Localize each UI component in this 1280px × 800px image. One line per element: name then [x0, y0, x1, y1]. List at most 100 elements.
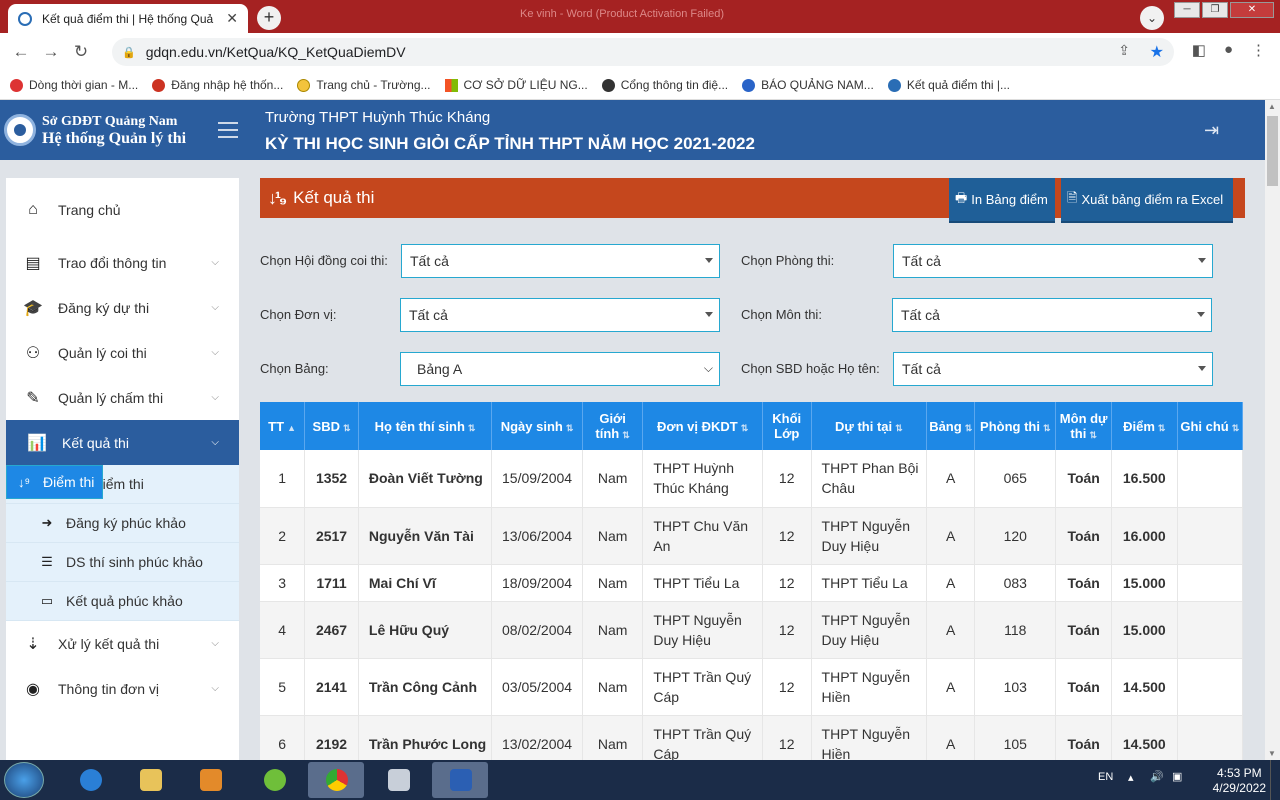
- new-tab-button[interactable]: +: [257, 6, 281, 30]
- start-button[interactable]: [4, 762, 44, 798]
- col-header[interactable]: Dự thi tại ⇅: [811, 402, 928, 450]
- col-header[interactable]: Môn dự thi ⇅: [1055, 402, 1112, 450]
- phong-thi-select[interactable]: Tất cả: [893, 244, 1213, 278]
- col-header[interactable]: Họ tên thí sinh ⇅: [358, 402, 493, 450]
- maximize-button[interactable]: ❐: [1202, 2, 1228, 18]
- sbd-select[interactable]: Tất cả: [893, 352, 1213, 386]
- don-vi-select[interactable]: Tất cả: [400, 298, 720, 332]
- export-excel-button[interactable]: 🗎 Xuất bảng điểm ra Excel: [1061, 178, 1233, 223]
- table-row[interactable]: 3 1711 Mai Chí Vĩ 18/09/2004 Nam THPT Ti…: [260, 564, 1244, 602]
- col-header[interactable]: Phòng thi ⇅: [974, 402, 1057, 450]
- sidebar-subitem-ds-phuc-khao[interactable]: ☰ DS thí sinh phúc khảo: [6, 543, 239, 582]
- bookmark-item[interactable]: Trang chủ - Trường...: [297, 78, 431, 92]
- sidebar-item-cham-thi[interactable]: ✎ Quản lý chấm thi ⌵: [6, 375, 239, 420]
- page-scrollbar[interactable]: ▲ ▼: [1265, 100, 1280, 760]
- sidebar-item-ket-qua[interactable]: 📊 Kết quả thi ⌵: [6, 420, 239, 465]
- bookmark-item[interactable]: Đăng nhập hệ thốn...: [152, 78, 283, 92]
- close-tab-icon[interactable]: ✕: [226, 10, 238, 27]
- tab-search-chevron-icon[interactable]: ⌄: [1140, 6, 1164, 30]
- minimize-button[interactable]: ─: [1174, 2, 1200, 18]
- back-arrow-icon[interactable]: ←: [6, 42, 36, 62]
- bookmark-item[interactable]: CƠ SỞ DỮ LIỆU NG...: [444, 78, 588, 92]
- taskbar-app[interactable]: [246, 762, 302, 798]
- share-icon[interactable]: ⇪: [1118, 42, 1130, 59]
- menu-kebab-icon[interactable]: ⋮: [1251, 41, 1266, 59]
- url-text: gdqn.edu.vn/KetQua/KQ_KetQuaDiemDV: [145, 44, 406, 60]
- table-row[interactable]: 5 2141 Trần Công Cảnh 03/05/2004 Nam THP…: [260, 658, 1244, 716]
- taskbar-explorer[interactable]: [122, 762, 178, 798]
- hoi-dong-select[interactable]: Tất cả: [401, 244, 720, 278]
- mon-thi-select[interactable]: Tất cả: [892, 298, 1212, 332]
- browser-tab[interactable]: Kết quả điểm thi | Hệ thống Quả ✕: [8, 4, 248, 33]
- sidebar-item-don-vi[interactable]: ◉ Thông tin đơn vị ⌵: [6, 666, 239, 711]
- col-header[interactable]: Khối Lớp: [762, 402, 812, 450]
- language-indicator[interactable]: EN: [1098, 771, 1113, 783]
- bang-select[interactable]: Bảng A ⌵: [400, 352, 720, 386]
- network-icon[interactable]: ▣: [1172, 770, 1182, 783]
- taskbar-word[interactable]: [432, 762, 488, 798]
- cell-ngay-sinh: 08/02/2004: [491, 601, 583, 659]
- col-header[interactable]: SBD ⇅: [304, 402, 359, 450]
- hamburger-menu-icon[interactable]: [218, 122, 238, 138]
- taskbar-snipping[interactable]: [370, 762, 426, 798]
- taskbar-media[interactable]: [182, 762, 238, 798]
- forward-arrow-icon[interactable]: →: [36, 42, 66, 62]
- bookmark-item[interactable]: Cổng thông tin điệ...: [601, 78, 728, 92]
- scrollbar-thumb[interactable]: [1267, 116, 1278, 186]
- chevron-down-icon: ⌵: [211, 638, 219, 649]
- col-header[interactable]: Điểm ⇅: [1111, 402, 1178, 450]
- cell-ngay-sinh: 03/05/2004: [491, 658, 583, 716]
- cell-ho-ten: Mai Chí Vĩ: [358, 564, 493, 602]
- clock[interactable]: 4:53 PM 4/29/2022: [1213, 766, 1266, 796]
- col-header[interactable]: TT ▲: [260, 402, 306, 450]
- sidebar-item-xu-ly[interactable]: ⇣ Xử lý kết quả thi ⌵: [6, 621, 239, 666]
- reload-icon[interactable]: ↻: [66, 42, 96, 62]
- url-omnibox[interactable]: 🔒 gdqn.edu.vn/KetQua/KQ_KetQuaDiemDV ⇪ ★: [112, 38, 1174, 66]
- taskbar-ie[interactable]: [62, 762, 118, 798]
- table-row[interactable]: 1 1352 Đoàn Viết Tường 15/09/2004 Nam TH…: [260, 450, 1244, 508]
- sidebar-subitem-diem-thi[interactable]: ↓⁹ Điểm thi: [6, 465, 104, 499]
- col-header[interactable]: Giới tính ⇅: [582, 402, 644, 450]
- col-header[interactable]: Đơn vị ĐKDT ⇅: [642, 402, 763, 450]
- bookmark-item[interactable]: BÁO QUẢNG NAM...: [742, 78, 874, 92]
- mon-thi-label: Chọn Môn thi:: [741, 307, 822, 322]
- show-desktop-button[interactable]: [1270, 760, 1280, 800]
- sidebar-item-trao-doi[interactable]: ▤ Trao đổi thông tin ⌵: [6, 240, 239, 285]
- print-scores-button[interactable]: 🖶 In Bảng điểm: [949, 178, 1055, 223]
- scroll-up-icon[interactable]: ▲: [1268, 102, 1276, 111]
- sidebar-subitem-dang-ky-phuc-khao[interactable]: ➜ Đăng ký phúc khảo: [6, 504, 239, 543]
- sidebar-item-dang-ky[interactable]: 🎓 Đăng ký dự thi ⌵: [6, 285, 239, 330]
- sidebar-subitem-kq-phuc-khao[interactable]: ▭ Kết quả phúc khảo: [6, 582, 239, 621]
- table-row[interactable]: 4 2467 Lê Hữu Quý 08/02/2004 Nam THPT Ng…: [260, 601, 1244, 659]
- close-window-button[interactable]: ✕: [1230, 2, 1274, 18]
- cell-ho-ten: Trần Công Cảnh: [358, 658, 493, 716]
- scroll-down-icon[interactable]: ▼: [1268, 749, 1276, 758]
- bookmark-item[interactable]: Dòng thời gian - M...: [10, 78, 138, 92]
- sidebar-item-coi-thi[interactable]: ⚇ Quản lý coi thi ⌵: [6, 330, 239, 375]
- sidebar-item-home[interactable]: ⌂ Trang chủ: [6, 178, 239, 240]
- bookmark-item[interactable]: Kết quả điểm thi |...: [887, 78, 1010, 92]
- volume-icon[interactable]: 🔊: [1150, 770, 1164, 783]
- col-header[interactable]: Ghi chú ⇅: [1177, 402, 1244, 450]
- tray-up-arrow-icon[interactable]: ▴: [1128, 771, 1134, 784]
- table-row[interactable]: 2 2517 Nguyễn Văn Tài 13/06/2004 Nam THP…: [260, 507, 1244, 565]
- cell-tt: 4: [260, 601, 306, 659]
- bookmark-favicon-icon: [10, 78, 23, 92]
- cell-tt: 3: [260, 564, 306, 602]
- cell-ngay-sinh: 18/09/2004: [491, 564, 583, 602]
- taskbar-chrome[interactable]: [308, 762, 364, 798]
- caret-down-icon: [705, 312, 713, 317]
- logout-icon[interactable]: ⇥: [1204, 120, 1219, 141]
- cell-mon-thi: Toán: [1055, 564, 1112, 602]
- cell-phong-thi: 065: [974, 450, 1057, 508]
- cell-sbd: 2467: [304, 601, 359, 659]
- col-header[interactable]: Ngày sinh ⇅: [491, 402, 583, 450]
- bookmark-favicon-icon: [444, 78, 458, 92]
- page-title: Kết quả thi: [293, 188, 375, 207]
- bookmark-star-icon[interactable]: ★: [1150, 42, 1164, 62]
- profile-icon[interactable]: ●: [1224, 41, 1233, 59]
- phong-thi-label: Chọn Phòng thi:: [741, 253, 835, 268]
- col-header[interactable]: Bảng ⇅: [926, 402, 976, 450]
- extensions-icon[interactable]: ◧: [1192, 41, 1206, 59]
- sort-icon: ⇅: [1157, 422, 1166, 433]
